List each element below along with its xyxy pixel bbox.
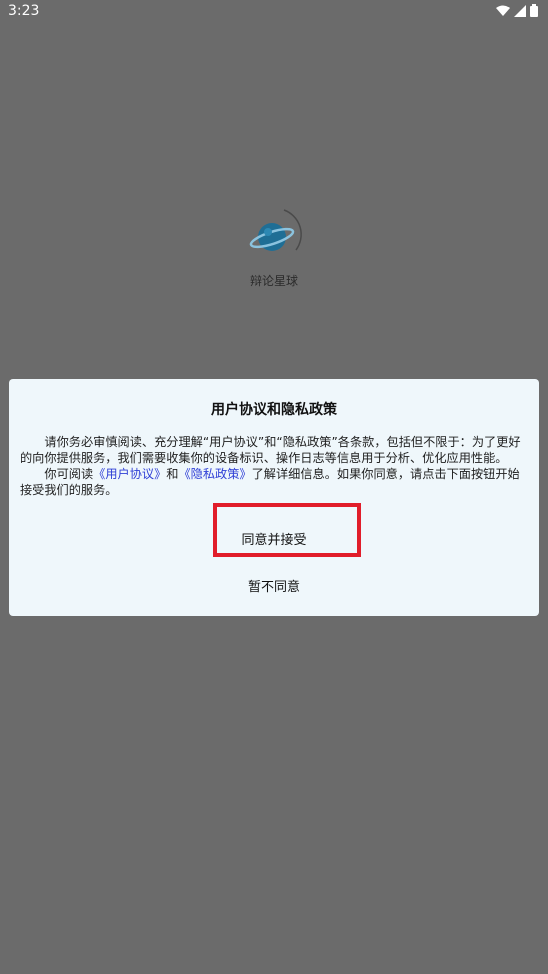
status-bar: 3:23 (0, 0, 548, 24)
status-time: 3:23 (8, 3, 40, 19)
agreement-dialog: 用户协议和隐私政策 请你务必审慎阅读、充分理解“用户协议”和“隐私政策”各条款，… (9, 379, 539, 616)
user-agreement-link[interactable]: 《用户协议》 (93, 467, 166, 481)
dialog-paragraph-2: 你可阅读《用户协议》和《隐私政策》了解详细信息。如果你同意，请点击下面按钮开始接… (20, 466, 528, 498)
status-icons (496, 4, 538, 17)
highlight-box (213, 503, 361, 557)
decline-button[interactable]: 暂不同意 (9, 576, 539, 595)
dialog-paragraph-1: 请你务必审慎阅读、充分理解“用户协议”和“隐私政策”各条款，包括但不限于：为了更… (20, 435, 521, 465)
para2-and: 和 (166, 467, 179, 481)
wifi-icon (496, 5, 510, 16)
privacy-policy-link[interactable]: 《隐私政策》 (178, 467, 251, 481)
battery-icon (530, 4, 538, 17)
signal-icon (514, 4, 526, 17)
para2-prefix: 你可阅读 (44, 467, 94, 481)
dialog-title: 用户协议和隐私政策 (211, 402, 337, 418)
planet-logo (249, 209, 302, 251)
app-name: 辩论星球 (249, 274, 298, 288)
dialog-body: 请你务必审慎阅读、充分理解“用户协议”和“隐私政策”各条款，包括但不限于：为了更… (20, 434, 528, 498)
